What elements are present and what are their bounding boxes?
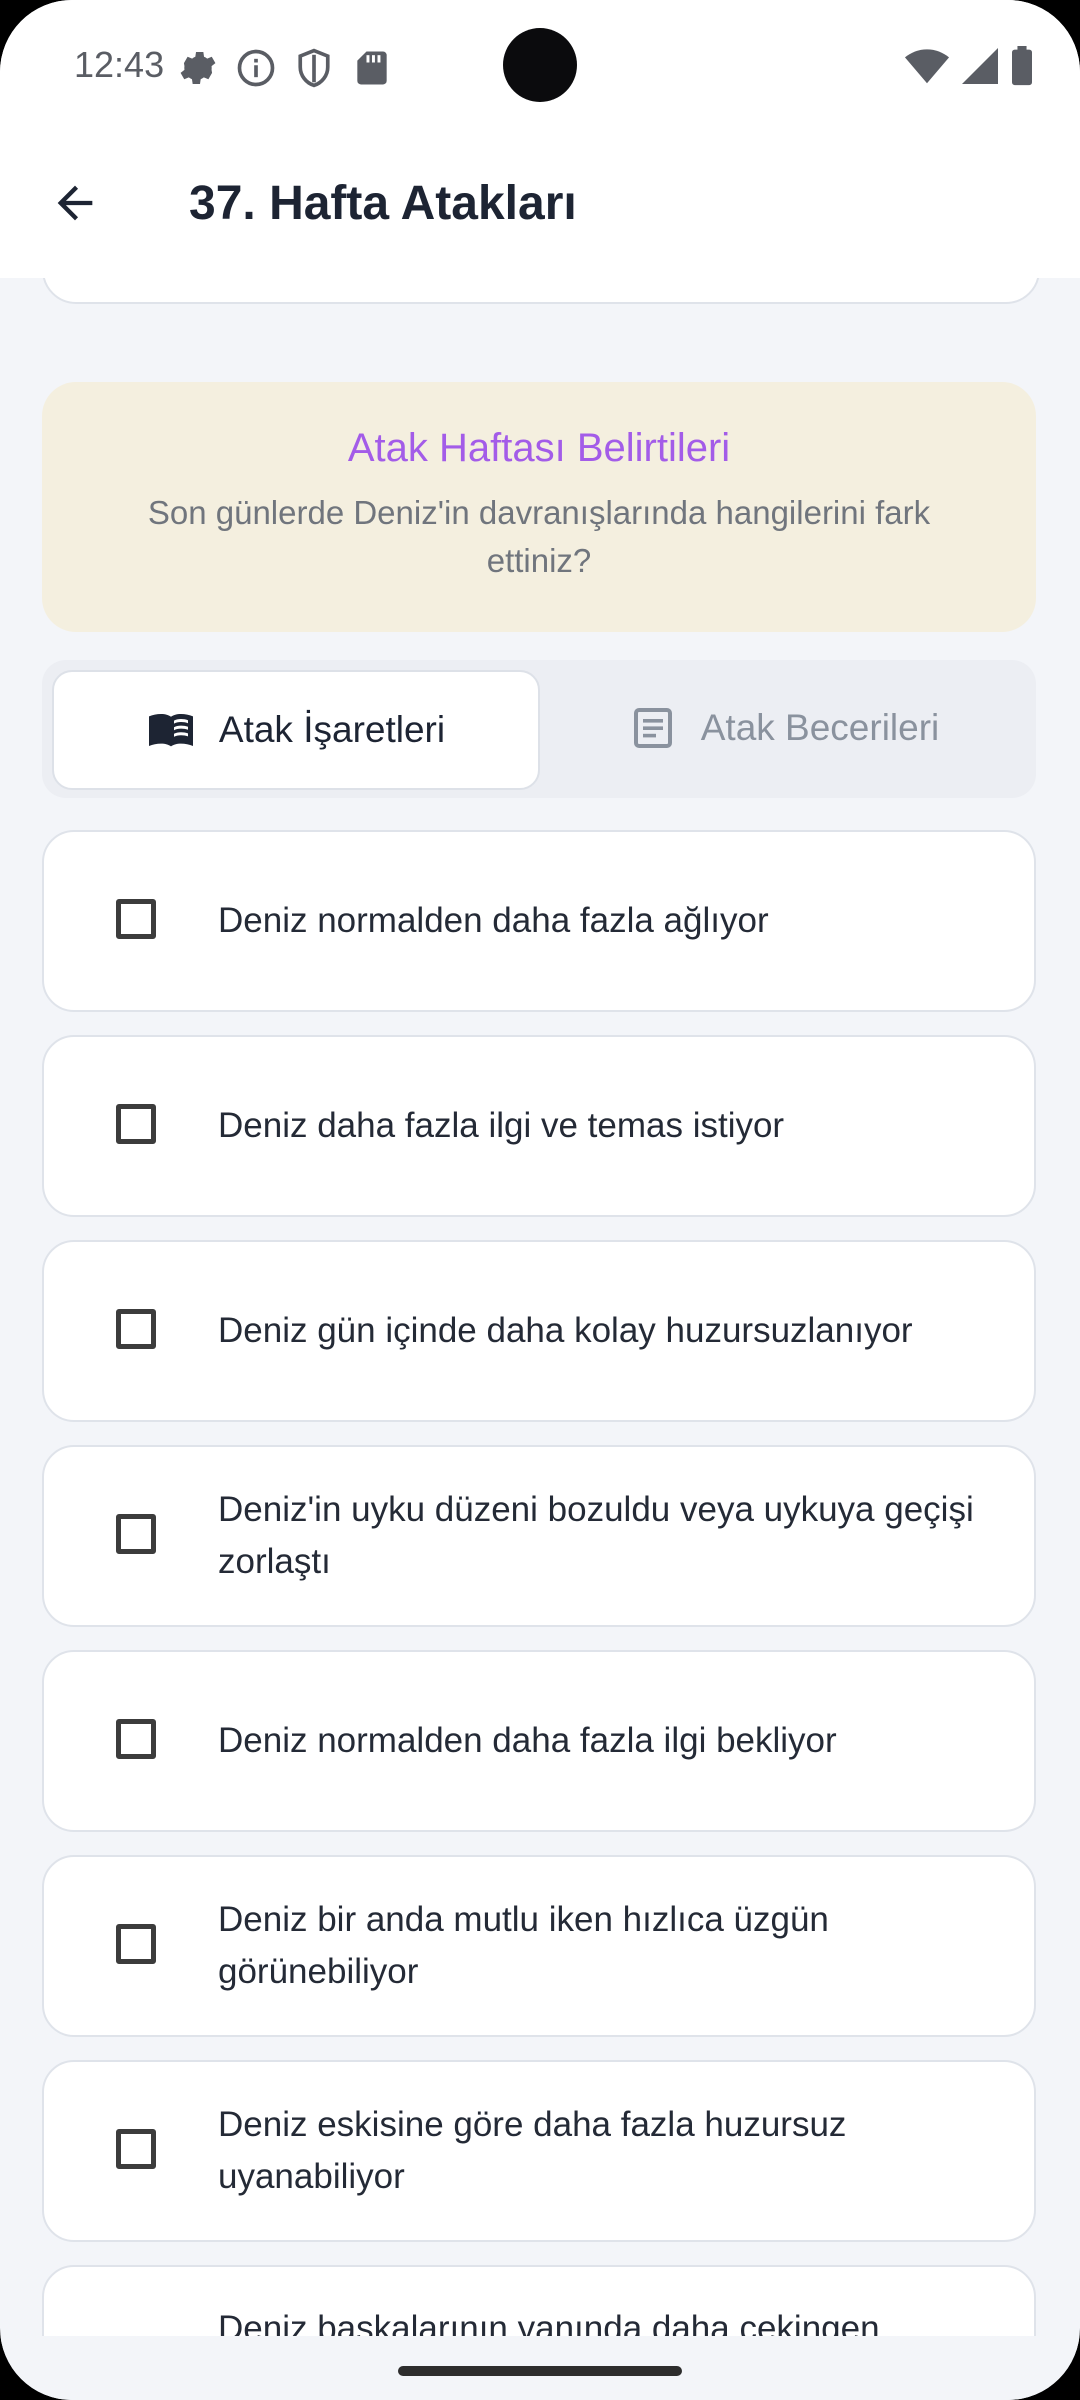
sd-card-icon — [357, 51, 387, 85]
status-bar: 12:43 — [0, 0, 1080, 132]
camera-cutout — [503, 28, 577, 102]
tab-label: Atak İşaretleri — [218, 709, 446, 750]
info-icon — [237, 49, 275, 87]
list-item[interactable]: Deniz normalden daha fazla ilgi bekliyor — [42, 1650, 1036, 1832]
item-label: Deniz daha fazla ilgi ve temas istiyor — [218, 1106, 785, 1145]
segmented-tabs: Atak İşaretleri Atak Becerileri — [42, 660, 1036, 798]
settings-icon — [180, 51, 216, 85]
list-item[interactable]: Deniz normalden daha fazla ağlıyor — [42, 830, 1036, 1012]
item-label: Deniz bir anda mutlu iken hızlıca üzgün … — [218, 1900, 829, 1991]
checkbox[interactable] — [116, 1309, 156, 1349]
checkbox[interactable] — [116, 1719, 156, 1759]
gesture-handle[interactable] — [398, 2366, 682, 2376]
tab-atak-isaretleri[interactable]: Atak İşaretleri — [52, 670, 540, 790]
screen: 12:43 37. Hafta Atakları Atak Haftası Be… — [0, 0, 1080, 2400]
scroll-content[interactable]: Atak Haftası Belirtileri Son günlerde De… — [0, 278, 1080, 2336]
item-label: Deniz'in uyku düzeni bozuldu veya uykuya… — [218, 1490, 974, 1581]
item-label: Deniz gün içinde daha kolay huzursuzlanı… — [218, 1311, 913, 1350]
item-label: Deniz normalden daha fazla ilgi bekliyor — [218, 1721, 837, 1760]
list-item[interactable]: Deniz'in uyku düzeni bozuldu veya uykuya… — [42, 1445, 1036, 1627]
checkbox[interactable] — [116, 1924, 156, 1964]
previous-card — [42, 278, 1040, 304]
item-label: Deniz eskisine göre daha fazla huzursuz … — [218, 2105, 847, 2196]
status-time: 12:43 — [74, 44, 165, 85]
item-label: Deniz başkalarının yanında daha çekingen — [218, 2309, 880, 2336]
list-item[interactable]: Deniz gün içinde daha kolay huzursuzlanı… — [42, 1240, 1036, 1422]
info-banner: Atak Haftası Belirtileri Son günlerde De… — [42, 382, 1036, 632]
tab-atak-becerileri[interactable]: Atak Becerileri — [542, 670, 1026, 786]
page-title: 37. Hafta Atakları — [189, 177, 577, 230]
banner-title: Atak Haftası Belirtileri — [347, 426, 731, 470]
checkbox[interactable] — [116, 899, 156, 939]
item-label: Deniz normalden daha fazla ağlıyor — [218, 901, 769, 940]
tab-label: Atak Becerileri — [700, 707, 940, 748]
checkbox[interactable] — [116, 1514, 156, 1554]
shield-icon — [298, 48, 330, 88]
checkbox[interactable] — [116, 1104, 156, 1144]
status-icons-left — [176, 46, 394, 90]
banner-subtitle: Son günlerde Deniz'in davranışlarında ha… — [147, 494, 931, 579]
status-icons-right — [904, 46, 1034, 86]
list-item[interactable]: Deniz daha fazla ilgi ve temas istiyor — [42, 1035, 1036, 1217]
list-item[interactable]: Deniz başkalarının yanında daha çekingen — [42, 2265, 1036, 2336]
app-bar: 37. Hafta Atakları — [0, 132, 1080, 278]
list-item[interactable]: Deniz eskisine göre daha fazla huzursuz … — [42, 2060, 1036, 2242]
cellular-signal-icon — [962, 48, 998, 84]
arrow-left-icon — [57, 185, 93, 221]
document-list-icon — [633, 708, 672, 748]
book-open-icon — [148, 714, 193, 747]
checkbox[interactable] — [116, 2129, 156, 2169]
wifi-icon — [904, 49, 950, 84]
list-item[interactable]: Deniz bir anda mutlu iken hızlıca üzgün … — [42, 1855, 1036, 2037]
battery-icon — [1012, 46, 1032, 86]
back-button[interactable] — [40, 168, 110, 238]
